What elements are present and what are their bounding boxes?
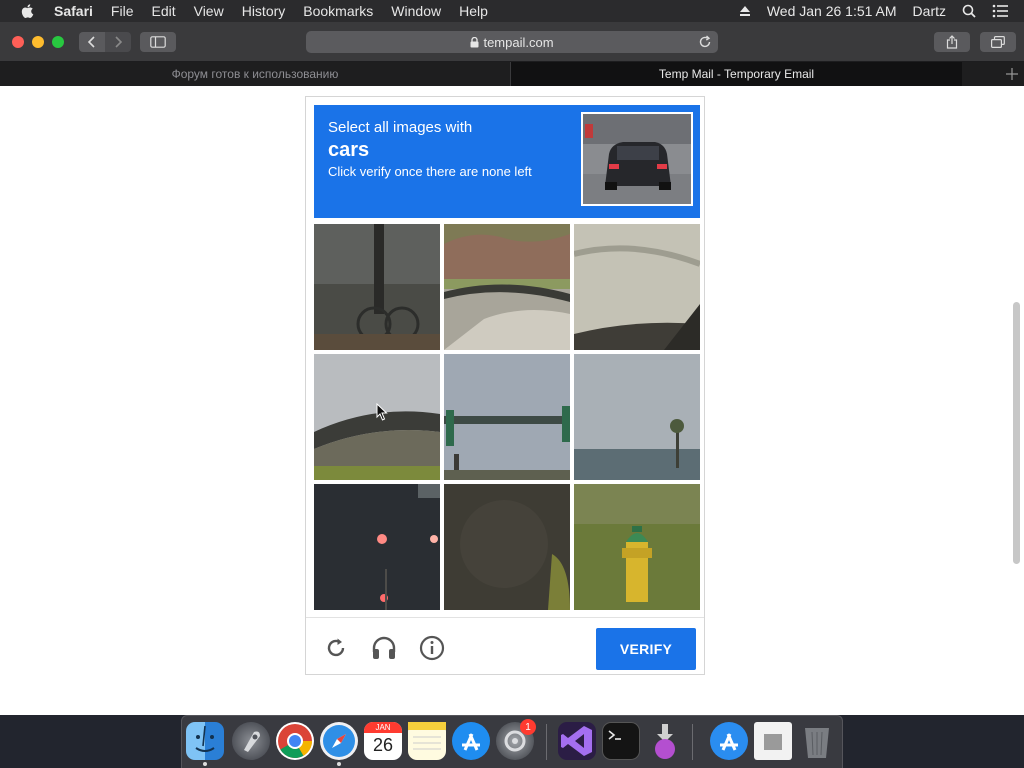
visual-studio-app-icon[interactable]	[558, 722, 596, 760]
verify-button[interactable]: VERIFY	[596, 628, 696, 670]
menu-app-safari[interactable]: Safari	[54, 3, 93, 19]
menu-view[interactable]: View	[194, 3, 224, 19]
document-file-icon[interactable]	[754, 722, 792, 760]
lock-icon	[470, 36, 479, 47]
share-button[interactable]	[934, 32, 970, 52]
info-icon	[419, 635, 445, 661]
dark-texture-image-icon	[444, 484, 570, 610]
applications-folder-icon[interactable]	[710, 722, 748, 760]
captcha-subinstruction: Click verify once there are none left	[328, 164, 532, 179]
finder-app-icon[interactable]	[186, 722, 224, 760]
tabs-overview-icon	[991, 36, 1005, 48]
launchpad-app-icon[interactable]	[232, 722, 270, 760]
system-preferences-badge: 1	[520, 719, 536, 735]
mouse-pointer-icon	[376, 403, 388, 421]
captcha-prompt-header: Select all images with cars Click verify…	[314, 105, 700, 218]
road-image-icon	[444, 224, 570, 350]
apple-icon[interactable]	[20, 3, 36, 19]
bike-rack-image-icon	[314, 224, 440, 350]
headphones-icon	[372, 636, 396, 659]
captcha-challenge: Select all images with cars Click verify…	[305, 96, 705, 675]
captcha-instruction: Select all images with	[328, 119, 473, 136]
menu-edit[interactable]: Edit	[151, 3, 175, 19]
captcha-target-word: cars	[328, 139, 370, 161]
captcha-tile-2[interactable]	[444, 224, 570, 350]
menu-history[interactable]: History	[242, 3, 286, 19]
captcha-tile-5[interactable]	[444, 354, 570, 480]
share-icon	[946, 35, 958, 49]
menu-bookmarks[interactable]: Bookmarks	[303, 3, 373, 19]
captcha-tile-8[interactable]	[444, 484, 570, 610]
captcha-image-grid	[314, 224, 700, 610]
night-lights-image-icon	[314, 484, 440, 610]
terminal-app-icon[interactable]	[602, 722, 640, 760]
menu-file[interactable]: File	[111, 3, 134, 19]
safari-running-indicator	[337, 762, 341, 766]
refresh-icon	[327, 638, 345, 657]
tab-temp-mail[interactable]: Temp Mail - Temporary Email	[511, 62, 962, 86]
reload-icon[interactable]	[698, 35, 712, 49]
new-tab-button[interactable]	[962, 62, 1024, 86]
tab-forum[interactable]: Форум готов к использованию	[0, 62, 511, 86]
notification-center-icon[interactable]	[992, 4, 1008, 18]
safari-toolbar: tempail.com	[0, 22, 1024, 62]
address-url: tempail.com	[483, 34, 554, 50]
info-button[interactable]	[418, 634, 446, 662]
chevron-left-icon	[87, 36, 95, 48]
captcha-tile-9[interactable]	[574, 484, 700, 610]
dock-separator	[692, 724, 693, 760]
trash-icon[interactable]	[798, 722, 836, 760]
tab-title: Форум готов к использованию	[171, 67, 339, 81]
audio-challenge-button[interactable]	[370, 634, 398, 662]
captcha-sample-image	[581, 112, 693, 206]
chrome-app-icon[interactable]	[276, 722, 314, 760]
menu-bar: Safari File Edit View History Bookmarks …	[0, 0, 1024, 22]
minimize-window-button[interactable]	[32, 36, 44, 48]
traffic-light-pole-image-icon	[444, 354, 570, 480]
forward-button[interactable]	[105, 32, 131, 52]
notes-app-icon[interactable]	[408, 722, 446, 760]
tab-bar: Форум готов к использованию Temp Mail - …	[0, 62, 1024, 86]
calendar-month: JAN	[364, 722, 402, 733]
back-button[interactable]	[79, 32, 105, 52]
eject-icon[interactable]	[739, 5, 751, 17]
sky-image-icon	[574, 224, 700, 350]
refresh-button[interactable]	[322, 634, 350, 662]
app-store-app-icon[interactable]	[452, 722, 490, 760]
menubar-status-area: Wed Jan 26 1:51 AM Dartz	[739, 0, 1024, 22]
palm-sky-image-icon	[574, 354, 700, 480]
zoom-window-button[interactable]	[52, 36, 64, 48]
dock-separator	[546, 724, 547, 760]
chevron-right-icon	[115, 36, 123, 48]
sidebar-icon	[150, 36, 166, 48]
tab-title: Temp Mail - Temporary Email	[658, 67, 815, 81]
menu-window[interactable]: Window	[391, 3, 441, 19]
calendar-app-icon[interactable]: JAN 26	[364, 722, 402, 760]
address-bar[interactable]: tempail.com	[306, 31, 718, 53]
menubar-user[interactable]: Dartz	[913, 3, 946, 19]
captcha-tile-3[interactable]	[574, 224, 700, 350]
captcha-footer: VERIFY	[306, 617, 704, 675]
dock: JAN 26 1	[181, 715, 843, 768]
close-window-button[interactable]	[12, 36, 24, 48]
spotlight-search-icon[interactable]	[962, 4, 976, 18]
calendar-day: 26	[372, 735, 394, 755]
page-scrollbar[interactable]	[1013, 302, 1020, 564]
sidebar-toggle-button[interactable]	[140, 32, 176, 52]
downloads-stack-icon[interactable]	[646, 722, 684, 760]
show-all-tabs-button[interactable]	[980, 32, 1016, 52]
captcha-tile-7[interactable]	[314, 484, 440, 610]
plus-icon	[1006, 68, 1018, 80]
finder-running-indicator	[203, 762, 207, 766]
captcha-tile-1[interactable]	[314, 224, 440, 350]
menubar-clock[interactable]: Wed Jan 26 1:51 AM	[767, 3, 897, 19]
captcha-tile-6[interactable]	[574, 354, 700, 480]
menu-help[interactable]: Help	[459, 3, 488, 19]
web-page-content: Select all images with cars Click verify…	[0, 86, 1024, 715]
safari-app-icon[interactable]	[320, 722, 358, 760]
fire-hydrant-image-icon	[574, 484, 700, 610]
